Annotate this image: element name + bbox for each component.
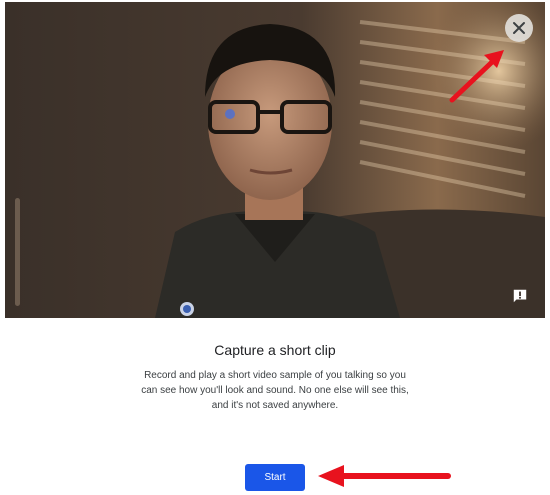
close-icon [513, 22, 525, 34]
mic-level-meter [15, 198, 20, 306]
feedback-button[interactable] [511, 287, 529, 305]
close-button[interactable] [505, 14, 533, 42]
start-button[interactable]: Start [245, 464, 305, 491]
dialog-description: Record and play a short video sample of … [141, 370, 409, 411]
video-preview-dialog: Capture a short clip Record and play a s… [5, 2, 545, 493]
camera-feed-image [5, 2, 545, 318]
camera-preview [5, 2, 545, 318]
feedback-icon [513, 289, 527, 303]
dialog-title: Capture a short clip [214, 342, 336, 358]
dialog-content: Capture a short clip Record and play a s… [5, 318, 545, 493]
